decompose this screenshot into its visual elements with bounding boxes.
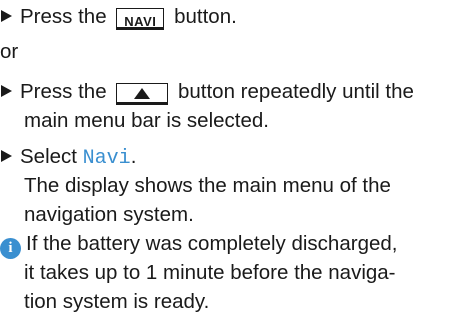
step-press-navi: Press the NAVI button. <box>0 2 237 31</box>
navi-key-label: NAVI <box>124 14 157 29</box>
step-press-up-line1: Press the button repeatedly until the <box>0 77 414 106</box>
result-line2: navigation system. <box>24 203 194 226</box>
note-line2: it takes up to 1 minute before the navig… <box>24 261 396 284</box>
note-text-line1: If the battery was completely discharged… <box>26 232 398 255</box>
step2-text-before: Press the <box>20 80 113 103</box>
step1-text-after: button. <box>168 5 237 28</box>
note-line3: tion system is ready. <box>24 290 210 313</box>
step-arrow-icon <box>1 150 12 162</box>
instruction-page: Press the NAVI button. or Press the butt… <box>0 0 464 316</box>
step3-text-after: . <box>130 145 137 168</box>
step3-text-before: Select <box>20 145 83 168</box>
note-line1: i If the battery was completely discharge… <box>0 229 397 259</box>
step-arrow-icon <box>1 10 12 22</box>
or-label: or <box>0 40 19 63</box>
result-line1: The display shows the main menu of the <box>24 174 391 197</box>
navi-menu-item: Navi <box>82 147 131 170</box>
step2-text-after: button repeatedly until the <box>172 80 414 103</box>
step1-text-before: Press the <box>20 5 113 28</box>
navi-button-keycap: NAVI <box>116 8 165 30</box>
step-press-up-line2: main menu bar is selected. <box>24 109 269 132</box>
step-select-navi: Select Navi. <box>0 142 136 173</box>
info-icon: i <box>0 238 21 259</box>
up-triangle-icon <box>134 88 151 99</box>
step-arrow-icon <box>1 85 12 97</box>
up-button-keycap <box>116 83 169 105</box>
